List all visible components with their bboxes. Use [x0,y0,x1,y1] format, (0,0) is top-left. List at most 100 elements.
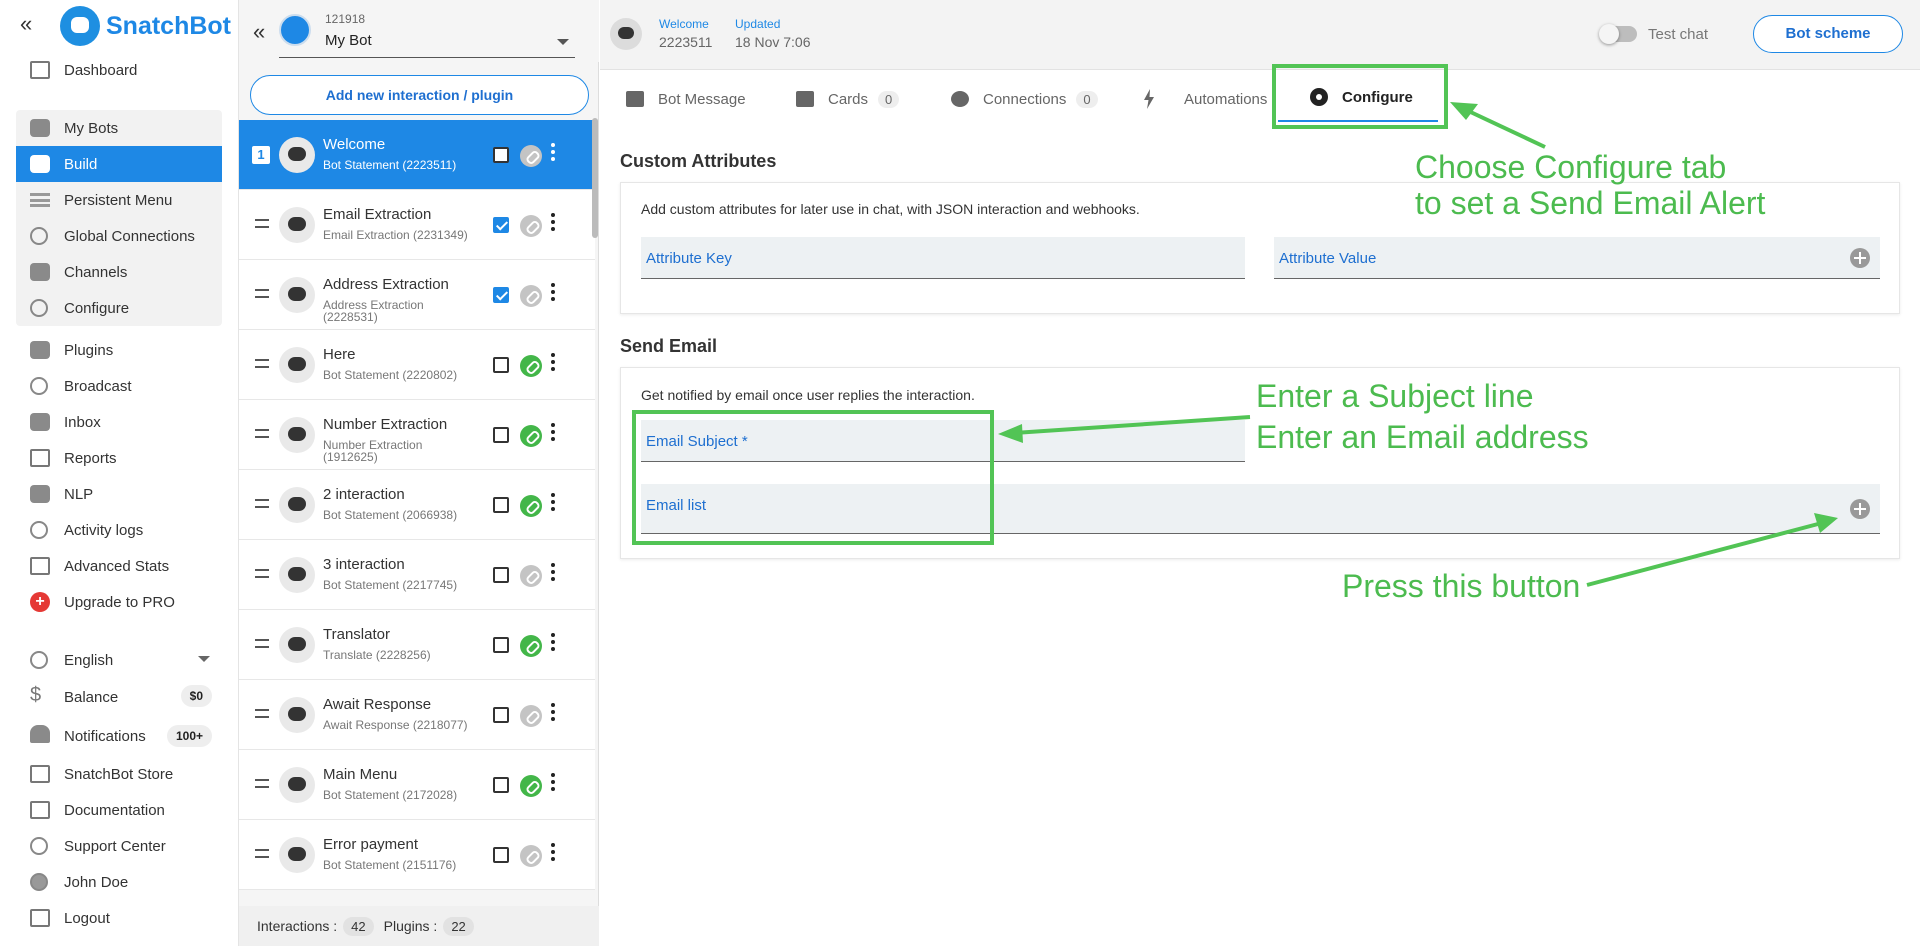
nav-advanced-stats[interactable]: Advanced Stats [16,548,222,584]
link-icon[interactable] [520,495,542,517]
drag-handle-icon[interactable] [255,429,269,438]
list-scrollbar[interactable] [592,118,598,238]
more-options-icon[interactable] [551,773,555,791]
nav-plugins[interactable]: Plugins [16,332,222,368]
tab-connections[interactable]: Connections 0 [951,70,1098,128]
nav-broadcast[interactable]: Broadcast [16,368,222,404]
link-icon[interactable] [520,845,542,867]
row-checkbox[interactable] [493,707,509,723]
email-subject-input[interactable]: Email Subject * [641,420,1245,462]
add-email-icon[interactable] [1850,499,1870,519]
nav-activity-logs[interactable]: Activity logs [16,512,222,548]
tab-bot-message[interactable]: Bot Message [626,70,746,128]
collapse-nav-icon[interactable]: « [20,13,42,36]
nav-notifications[interactable]: Notifications 100+ [16,716,222,756]
link-icon[interactable] [520,565,542,587]
tab-configure[interactable]: Configure [1278,74,1438,122]
row-checkbox[interactable] [493,357,509,373]
drag-handle-icon[interactable] [255,499,269,508]
link-icon[interactable] [520,285,542,307]
more-options-icon[interactable] [551,213,555,231]
drag-handle-icon[interactable] [255,849,269,858]
list-item[interactable]: Main Menu Bot Statement (2172028) [239,750,595,820]
list-item[interactable]: Number Extraction Number Extraction (191… [239,400,595,470]
drag-handle-icon[interactable] [255,639,269,648]
number-icon [279,417,315,453]
link-icon[interactable] [520,705,542,727]
row-checkbox[interactable] [493,497,509,513]
user-icon [279,697,315,733]
nav-store[interactable]: SnatchBot Store [16,756,222,792]
list-item[interactable]: 2 interaction Bot Statement (2066938) [239,470,595,540]
list-item[interactable]: Here Bot Statement (2220802) [239,330,595,400]
row-checkbox[interactable] [493,637,509,653]
more-options-icon[interactable] [551,843,555,861]
drag-handle-icon[interactable] [255,569,269,578]
tab-cards[interactable]: Cards 0 [796,70,900,128]
link-icon[interactable] [520,145,542,167]
row-checkbox[interactable] [493,567,509,583]
link-icon[interactable] [520,775,542,797]
bot-menu-group: My Bots Build Persistent Menu Global Con… [16,110,222,326]
row-checkbox[interactable] [493,147,509,163]
bot-scheme-button[interactable]: Bot scheme [1753,15,1903,53]
more-options-icon[interactable] [551,143,555,161]
bot-selector[interactable]: My Bot [279,30,575,58]
nav-user[interactable]: John Doe [16,864,222,900]
nav-channels[interactable]: Channels [16,254,222,290]
drag-handle-icon[interactable] [255,779,269,788]
nav-logout[interactable]: Logout [16,900,222,936]
drag-handle-icon[interactable] [255,359,269,368]
nav-documentation[interactable]: Documentation [16,792,222,828]
row-checkbox[interactable] [493,217,509,233]
email-list-input[interactable]: Email list [641,484,1880,534]
nav-persistent-menu[interactable]: Persistent Menu [16,182,222,218]
tab-automations[interactable]: Automations [1144,70,1267,128]
nav-balance[interactable]: $ Balance $0 [16,678,222,716]
attribute-key-input[interactable]: Attribute Key [641,237,1245,279]
user-icon [30,873,48,891]
list-item[interactable]: Translator Translate (2228256) [239,610,595,680]
row-checkbox[interactable] [493,427,509,443]
link-icon[interactable] [520,425,542,447]
link-icon[interactable] [520,635,542,657]
drag-handle-icon[interactable] [255,289,269,298]
list-item[interactable]: Address Extraction Address Extraction (2… [239,260,595,330]
chat-bubble-icon [279,767,315,803]
drag-handle-icon[interactable] [255,709,269,718]
more-options-icon[interactable] [551,633,555,651]
list-item[interactable]: 3 interaction Bot Statement (2217745) [239,540,595,610]
link-icon[interactable] [520,355,542,377]
language-select[interactable]: English [16,642,222,678]
nav-my-bots[interactable]: My Bots [16,110,222,146]
more-options-icon[interactable] [551,493,555,511]
nav-configure[interactable]: Configure [16,290,222,326]
link-icon[interactable] [520,215,542,237]
row-checkbox[interactable] [493,777,509,793]
list-item[interactable]: Await Response Await Response (2218077) [239,680,595,750]
list-item[interactable]: 1 Welcome Bot Statement (2223511) [239,120,595,190]
row-checkbox[interactable] [493,287,509,303]
nav-global-connections[interactable]: Global Connections [16,218,222,254]
nav-support-center[interactable]: Support Center [16,828,222,864]
nav-build[interactable]: Build [16,146,222,182]
nav-nlp[interactable]: NLP [16,476,222,512]
drag-handle-icon[interactable] [255,219,269,228]
add-interaction-button[interactable]: Add new interaction / plugin [250,75,589,115]
list-item[interactable]: Error payment Bot Statement (2151176) [239,820,595,890]
more-options-icon[interactable] [551,353,555,371]
more-options-icon[interactable] [551,563,555,581]
list-item[interactable]: Email Extraction Email Extraction (22313… [239,190,595,260]
more-options-icon[interactable] [551,283,555,301]
nav-dashboard[interactable]: Dashboard [16,52,222,88]
nav-reports[interactable]: Reports [16,440,222,476]
attribute-value-input[interactable]: Attribute Value [1274,237,1880,279]
row-checkbox[interactable] [493,847,509,863]
add-attribute-icon[interactable] [1850,248,1870,268]
test-chat-toggle[interactable] [1599,24,1637,44]
more-options-icon[interactable] [551,703,555,721]
nav-inbox[interactable]: Inbox [16,404,222,440]
more-options-icon[interactable] [551,423,555,441]
nav-upgrade-pro[interactable]: + Upgrade to PRO [16,584,222,620]
collapse-panel-icon[interactable]: « [253,21,265,43]
